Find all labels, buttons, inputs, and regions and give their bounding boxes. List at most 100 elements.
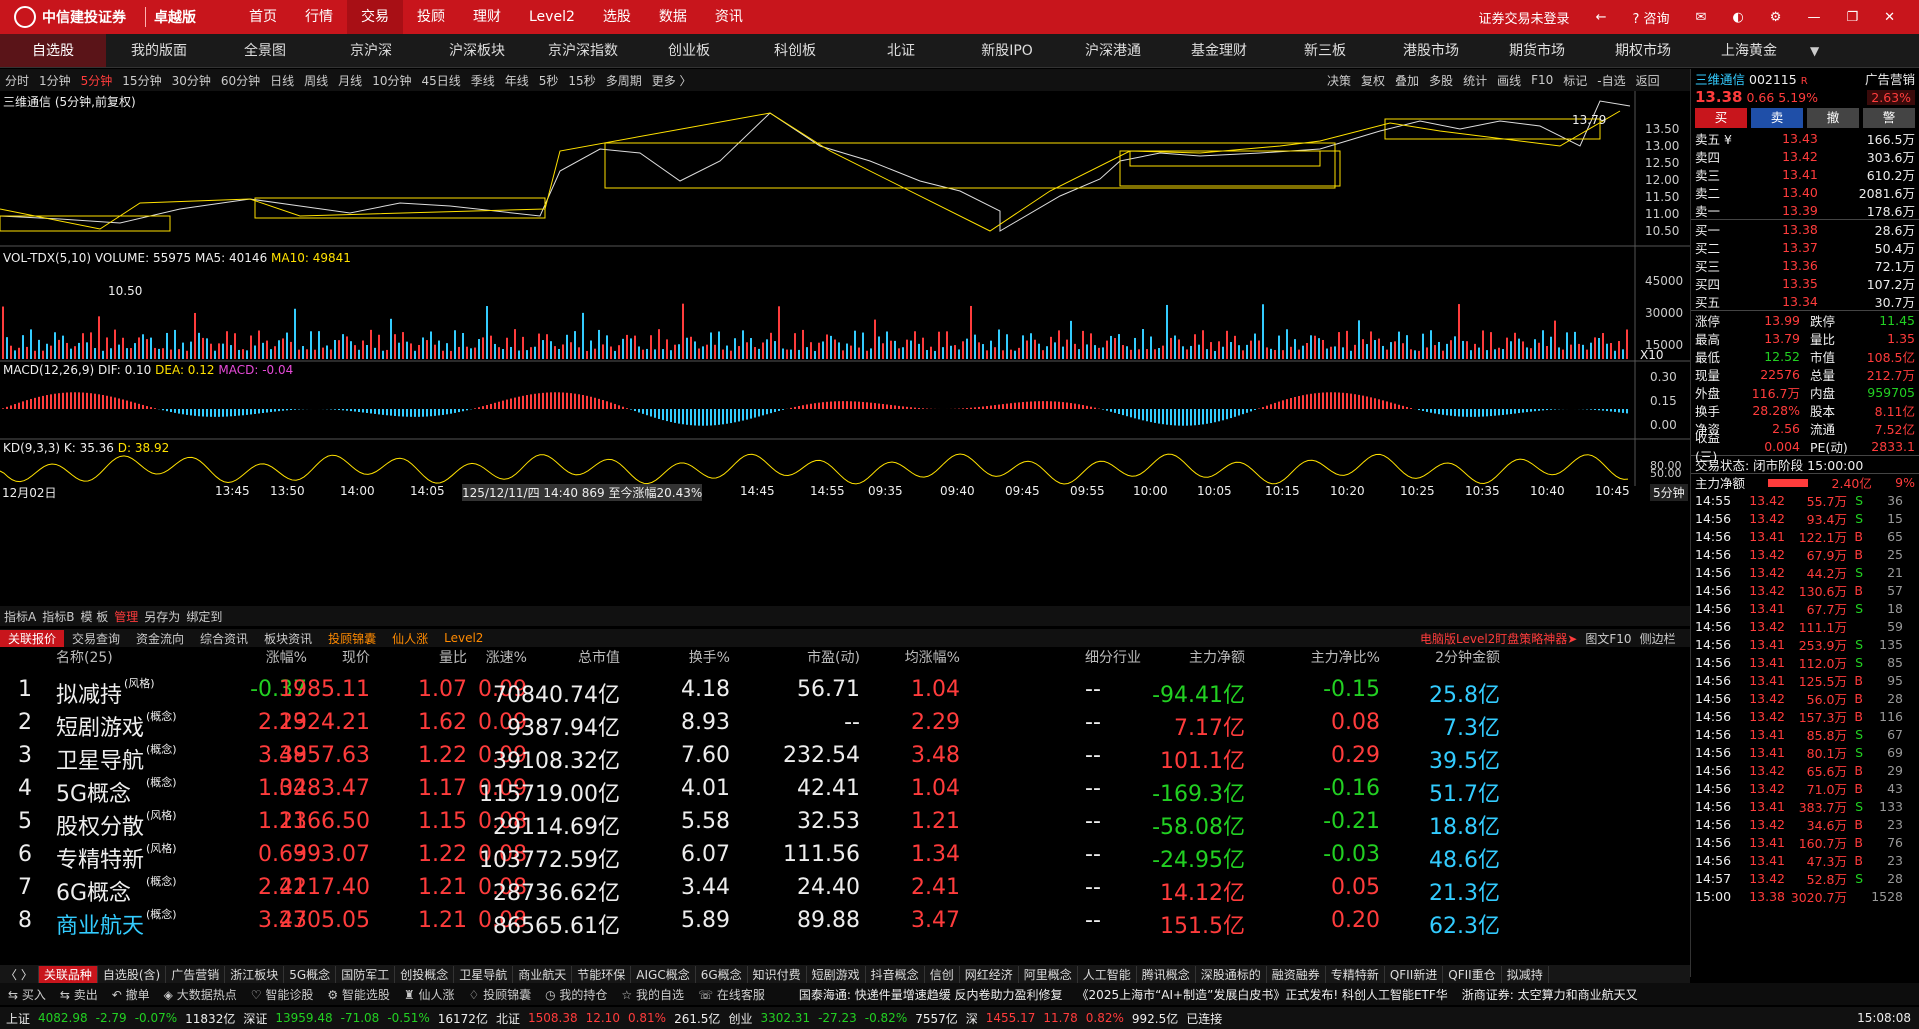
- table-row[interactable]: 6 专精特新 (风格) 0.63 993.07 1.22 0.08 103772.59亿 6.0…: [0, 838, 1672, 873]
- column-header[interactable]: 均涨幅%: [870, 647, 960, 669]
- sector-nav-icon[interactable]: 〈 〉: [0, 965, 39, 983]
- function-button[interactable]: ⚙ 智能选股: [327, 986, 390, 1003]
- sector-tab[interactable]: 节能环保: [572, 965, 632, 983]
- sector-tab[interactable]: 拟减持: [1502, 965, 1549, 983]
- function-button[interactable]: ☆ 我的自选: [621, 986, 684, 1003]
- chart-tool[interactable]: F10: [1526, 73, 1558, 87]
- topnav-item[interactable]: 行情: [291, 0, 347, 34]
- sector-tab[interactable]: 商业航天: [513, 965, 573, 983]
- sector-tab[interactable]: 阿里概念: [1019, 965, 1078, 983]
- period-option[interactable]: 季线: [466, 72, 500, 89]
- column-header[interactable]: 主力净比%: [1290, 647, 1380, 669]
- trade-button[interactable]: 买: [1695, 108, 1747, 128]
- sector-tab[interactable]: 6G概念: [696, 965, 748, 983]
- sector-tab[interactable]: 知识付费: [748, 965, 807, 983]
- period-option[interactable]: 1分钟: [34, 72, 76, 89]
- chart-tool[interactable]: 画线: [1492, 72, 1526, 89]
- market-tab[interactable]: 北证: [848, 34, 954, 67]
- period-option[interactable]: 5分钟: [76, 72, 118, 89]
- market-tab[interactable]: 自选股: [0, 34, 106, 67]
- chart-tool[interactable]: 决策: [1322, 72, 1356, 89]
- period-option[interactable]: 更多 〉: [647, 72, 697, 89]
- chart-tool[interactable]: 叠加: [1390, 72, 1424, 89]
- chart-tool[interactable]: 统计: [1458, 72, 1492, 89]
- table-right-link[interactable]: 图文F10: [1585, 630, 1631, 647]
- table-tab[interactable]: 资金流向: [128, 630, 192, 647]
- sector-tab[interactable]: 浙江板块: [225, 965, 285, 983]
- period-option[interactable]: 年线: [500, 72, 534, 89]
- consult-button[interactable]: ? 咨询: [1632, 8, 1669, 27]
- kline-chart[interactable]: 13.50 13.00 12.50 12.00 11.50 11.00 10.50 45000…: [0, 91, 1690, 603]
- index-cy-field[interactable]: 创业: [728, 1010, 752, 1027]
- topnav-item[interactable]: 资讯: [701, 0, 757, 34]
- market-tab[interactable]: 期货市场: [1484, 34, 1590, 67]
- table-row[interactable]: 2 短剧游戏 (概念) 2.29 1324.21 1.62 0.09 9387.94亿 8.93…: [0, 706, 1672, 741]
- function-button[interactable]: ⇆ 买入: [8, 986, 46, 1003]
- period-option[interactable]: 60分钟: [216, 72, 265, 89]
- sector-tab[interactable]: 网红经济: [960, 965, 1019, 983]
- market-tab[interactable]: 基金理财: [1166, 34, 1272, 67]
- table-row[interactable]: 5 股权分散 (风格) 1.21 1366.50 1.15 0.08 29114.69亿 5.5…: [0, 805, 1672, 840]
- period-option[interactable]: 月线: [333, 72, 367, 89]
- market-tab[interactable]: 港股市场: [1378, 34, 1484, 67]
- message-icon[interactable]: ✉: [1696, 10, 1707, 25]
- period-option[interactable]: 10分钟: [367, 72, 416, 89]
- table-tab[interactable]: 交易查询: [64, 630, 128, 647]
- chart-tool[interactable]: 标记: [1558, 72, 1592, 89]
- sector-tab[interactable]: 抖音概念: [866, 965, 925, 983]
- table-right-link[interactable]: 侧边栏: [1640, 630, 1676, 647]
- index-ss-field[interactable]: 深: [966, 1010, 978, 1027]
- indicator-tab[interactable]: 指标B: [42, 608, 74, 625]
- news-ticker[interactable]: 国泰海通: 快递件量增速趋缓 反内卷助力盈利修复: [799, 986, 1063, 1003]
- period-option[interactable]: 多周期: [601, 72, 647, 89]
- sector-tab[interactable]: 深股通标的: [1196, 965, 1267, 983]
- sector-tab[interactable]: 广告营销: [166, 965, 226, 983]
- column-header[interactable]: 主力净额: [1155, 647, 1245, 669]
- indicator-tab[interactable]: 管理: [114, 608, 138, 625]
- sector-tab[interactable]: 专精特新: [1326, 965, 1385, 983]
- indicator-tab[interactable]: 指标A: [4, 608, 36, 625]
- trade-button[interactable]: 撤: [1807, 108, 1859, 128]
- market-tab[interactable]: 新股IPO: [954, 34, 1060, 67]
- sector-tab[interactable]: 短剧游戏: [807, 965, 866, 983]
- chart-canvas[interactable]: 13.50 13.00 12.50 12.00 11.50 11.00 10.50 45000…: [0, 91, 1690, 603]
- sector-tab[interactable]: 自选股(含): [98, 965, 167, 983]
- market-tab[interactable]: 京沪深指数: [530, 34, 636, 67]
- back-icon[interactable]: ←: [1596, 10, 1607, 25]
- period-option[interactable]: 30分钟: [167, 72, 216, 89]
- topnav-item[interactable]: 数据: [645, 0, 701, 34]
- table-tab[interactable]: Level2: [436, 631, 491, 645]
- table-tab[interactable]: 仙人涨: [384, 630, 436, 647]
- topnav-item[interactable]: 首页: [235, 0, 291, 34]
- table-tab[interactable]: 综合资讯: [192, 630, 256, 647]
- table-row[interactable]: 7 6G概念 (概念) 2.41 2217.40 1.21 0.08 28736.62亿 3.4…: [0, 871, 1672, 906]
- topnav-item[interactable]: 选股: [589, 0, 645, 34]
- market-tab[interactable]: 沪深港通: [1060, 34, 1166, 67]
- topnav-item[interactable]: 交易: [347, 0, 403, 34]
- market-tab[interactable]: 新三板: [1272, 34, 1378, 67]
- period-option[interactable]: 分时: [0, 72, 34, 89]
- sector-tab[interactable]: 创投概念: [395, 965, 455, 983]
- indicator-tab[interactable]: 模 板: [80, 608, 108, 625]
- column-header[interactable]: 市盈(动): [770, 647, 860, 669]
- topnav-item[interactable]: 理财: [459, 0, 515, 34]
- column-header[interactable]: 2分钟金额: [1410, 647, 1500, 669]
- sector-tab[interactable]: QFII新进: [1385, 965, 1444, 983]
- table-row[interactable]: 3 卫星导航 (概念) 3.48 3957.63 1.22 0.09 39108.32亿 7.6…: [0, 739, 1672, 774]
- column-header[interactable]: 涨速%: [437, 647, 527, 669]
- market-tab[interactable]: 科创板: [742, 34, 848, 67]
- indicator-tab[interactable]: 另存为: [144, 608, 180, 625]
- sector-tab[interactable]: 腾讯概念: [1137, 965, 1196, 983]
- period-option[interactable]: 日线: [265, 72, 299, 89]
- function-button[interactable]: ⇆ 卖出: [60, 986, 98, 1003]
- sector-tab[interactable]: 卫星导航: [454, 965, 514, 983]
- minimize-icon[interactable]: —: [1807, 10, 1820, 25]
- sector-tab[interactable]: 信创: [925, 965, 960, 983]
- chart-tool[interactable]: 返回: [1631, 72, 1665, 89]
- period-option[interactable]: 15秒: [563, 72, 600, 89]
- market-tab[interactable]: 全景图: [212, 34, 318, 67]
- index-bz-field[interactable]: 北证: [496, 1010, 520, 1027]
- trade-button[interactable]: 卖: [1751, 108, 1803, 128]
- table-right-link[interactable]: 电脑版Level2盯盘策略神器➤: [1420, 630, 1577, 647]
- column-header[interactable]: 现价: [280, 647, 370, 669]
